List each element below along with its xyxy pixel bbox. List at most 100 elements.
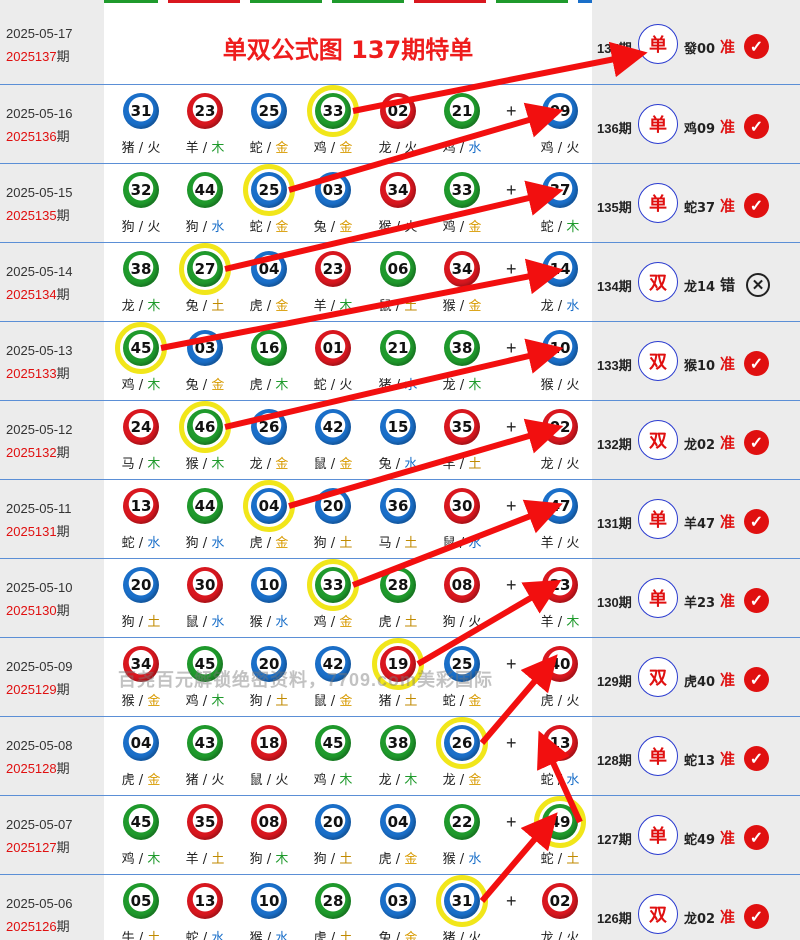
draw-row: 2025-05-11 2025131期 13 蛇 / 水 44 狗 / 水 04 虎 / … [0, 480, 800, 559]
zodiac-element-label: 蛇 / 金 [249, 141, 289, 156]
result-status: 准 [720, 513, 736, 531]
row-period-suffix: 期 [56, 919, 70, 934]
zodiac-element-label: 兔 / 金 [313, 220, 353, 235]
zodiac-label: 虎 [249, 378, 263, 393]
plus-sign: + [506, 101, 517, 121]
draw-row: 2025-05-15 2025135期 32 狗 / 火 44 狗 / 水 25 蛇 / … [0, 164, 800, 243]
element-label: 水 [211, 220, 225, 235]
zodiac-element-label: 鸡 / 金 [442, 220, 482, 235]
row-date: 2025-05-06 [6, 896, 73, 911]
number-ball: 46 [187, 409, 223, 445]
element-label: 金 [275, 457, 289, 472]
result-period: 127期 [597, 832, 632, 847]
number-ball: 24 [123, 409, 159, 445]
zodiac-label: 狗 [185, 220, 199, 235]
zodiac-label: 鸡 [121, 852, 135, 867]
zodiac-label: 鸡 [442, 220, 456, 235]
number-ball: 44 [187, 488, 223, 524]
zodiac-element-label: 蛇 / 火 [313, 378, 353, 393]
zodiac-element-label: 羊 / 木 [313, 299, 353, 314]
zodiac-element-label: 猴 / 水 [249, 615, 289, 630]
result-zodiac: 猴10 [684, 359, 716, 374]
check-icon: ✓ [744, 114, 769, 139]
row-date: 2025-05-11 [6, 501, 72, 516]
zodiac-label: 蛇 [540, 220, 554, 235]
number-ball: 45 [315, 725, 351, 761]
plus-sign: + [506, 259, 517, 279]
row-period-suffix: 期 [56, 682, 70, 697]
zodiac-label: 猴 [378, 220, 392, 235]
zodiac-element-label: 虎 / 金 [378, 852, 418, 867]
number-ball: 31 [444, 883, 480, 919]
zodiac-label: 猪 [378, 378, 392, 393]
result-zodiac: 龙02 [684, 912, 716, 927]
number-ball: 34 [123, 646, 159, 682]
draw-row: 2025-05-14 2025134期 38 龙 / 木 27 兔 / 土 04 虎 / … [0, 243, 800, 322]
zodiac-label: 猴 [442, 852, 456, 867]
element-label: 水 [468, 852, 482, 867]
number-ball: 35 [187, 804, 223, 840]
plus-sign: + [506, 654, 517, 674]
element-label: 火 [211, 773, 225, 788]
zodiac-label: 蛇 [540, 773, 554, 788]
number-ball: 15 [380, 409, 416, 445]
element-label: 土 [275, 694, 289, 709]
special-number-ball: 37 [542, 172, 578, 208]
row-date-cell: 2025-05-12 2025132期 [0, 401, 104, 479]
zodiac-element-label: 龙 / 木 [442, 378, 482, 393]
row-period: 2025132期 [6, 442, 70, 461]
number-ball: 38 [380, 725, 416, 761]
result-pick-badge: 双 [638, 894, 678, 934]
special-number-ball: 10 [542, 330, 578, 366]
zodiac-label: 狗 [121, 615, 135, 630]
number-ball: 33 [315, 93, 351, 129]
zodiac-label: 鼠 [378, 299, 392, 314]
result-pick-badge: 双 [638, 420, 678, 460]
zodiac-element-label: 马 / 土 [378, 536, 418, 551]
draw-row: 2025-05-08 2025128期 04 虎 / 金 43 猪 / 火 18 鼠 / … [0, 717, 800, 796]
result-status: 准 [720, 908, 736, 926]
result-status: 准 [720, 38, 736, 56]
result-zodiac: 蛇37 [684, 201, 716, 216]
zodiac-label: 兔 [185, 299, 199, 314]
zodiac-element-label: 鼠 / 金 [313, 694, 353, 709]
zodiac-label: 鸡 [185, 694, 199, 709]
row-date-cell: 2025-05-06 2025126期 [0, 875, 104, 940]
row-period-suffix: 期 [56, 366, 70, 381]
result-zodiac: 羊47 [684, 517, 716, 532]
element-label: 金 [404, 852, 418, 867]
zodiac-element-label: 羊 / 土 [442, 457, 482, 472]
zodiac-label: 虎 [121, 773, 135, 788]
number-ball: 26 [444, 725, 480, 761]
draw-row: 2025-05-07 2025127期 45 鸡 / 木 35 羊 / 土 08 狗 / … [0, 796, 800, 875]
zodiac-element-label: 虎 / 土 [301, 927, 365, 940]
special-number-ball: 02 [542, 409, 578, 445]
zodiac-element-label: 鼠 / 水 [442, 536, 482, 551]
zodiac-label: 鸡 [313, 773, 327, 788]
header-date-cell: 2025-05-17 2025137期 [0, 0, 104, 84]
result-pick-badge: 单 [638, 183, 678, 223]
lottery-formula-page: 2025-05-17 2025137期 单双公式图 137期特单 137期 单 … [0, 0, 800, 940]
element-label: 土 [468, 457, 482, 472]
element-label: 土 [339, 852, 353, 867]
zodiac-label: 龙 [540, 931, 554, 940]
zodiac-label: 狗 [313, 536, 327, 551]
element-label: 金 [339, 615, 353, 630]
number-ball: 30 [187, 567, 223, 603]
result-status: 准 [720, 750, 736, 768]
zodiac-element-label: 龙 / 水 [540, 299, 580, 314]
result-status: 准 [720, 829, 736, 847]
element-label: 火 [147, 141, 161, 156]
zodiac-label: 蛇 [442, 694, 456, 709]
row-date: 2025-05-15 [6, 185, 73, 200]
zodiac-element-label: 羊 / 土 [185, 852, 225, 867]
zodiac-label: 鸡 [121, 378, 135, 393]
draw-row: 2025-05-10 2025130期 20 狗 / 土 30 鼠 / 水 10 猴 / … [0, 559, 800, 638]
element-label: 土 [147, 931, 161, 940]
zodiac-label: 兔 [378, 931, 392, 940]
element-label: 土 [404, 536, 418, 551]
zodiac-label: 虎 [540, 694, 554, 709]
zodiac-label: 兔 [185, 378, 199, 393]
header-date: 2025-05-17 [6, 26, 73, 41]
check-icon: ✓ [744, 34, 769, 59]
